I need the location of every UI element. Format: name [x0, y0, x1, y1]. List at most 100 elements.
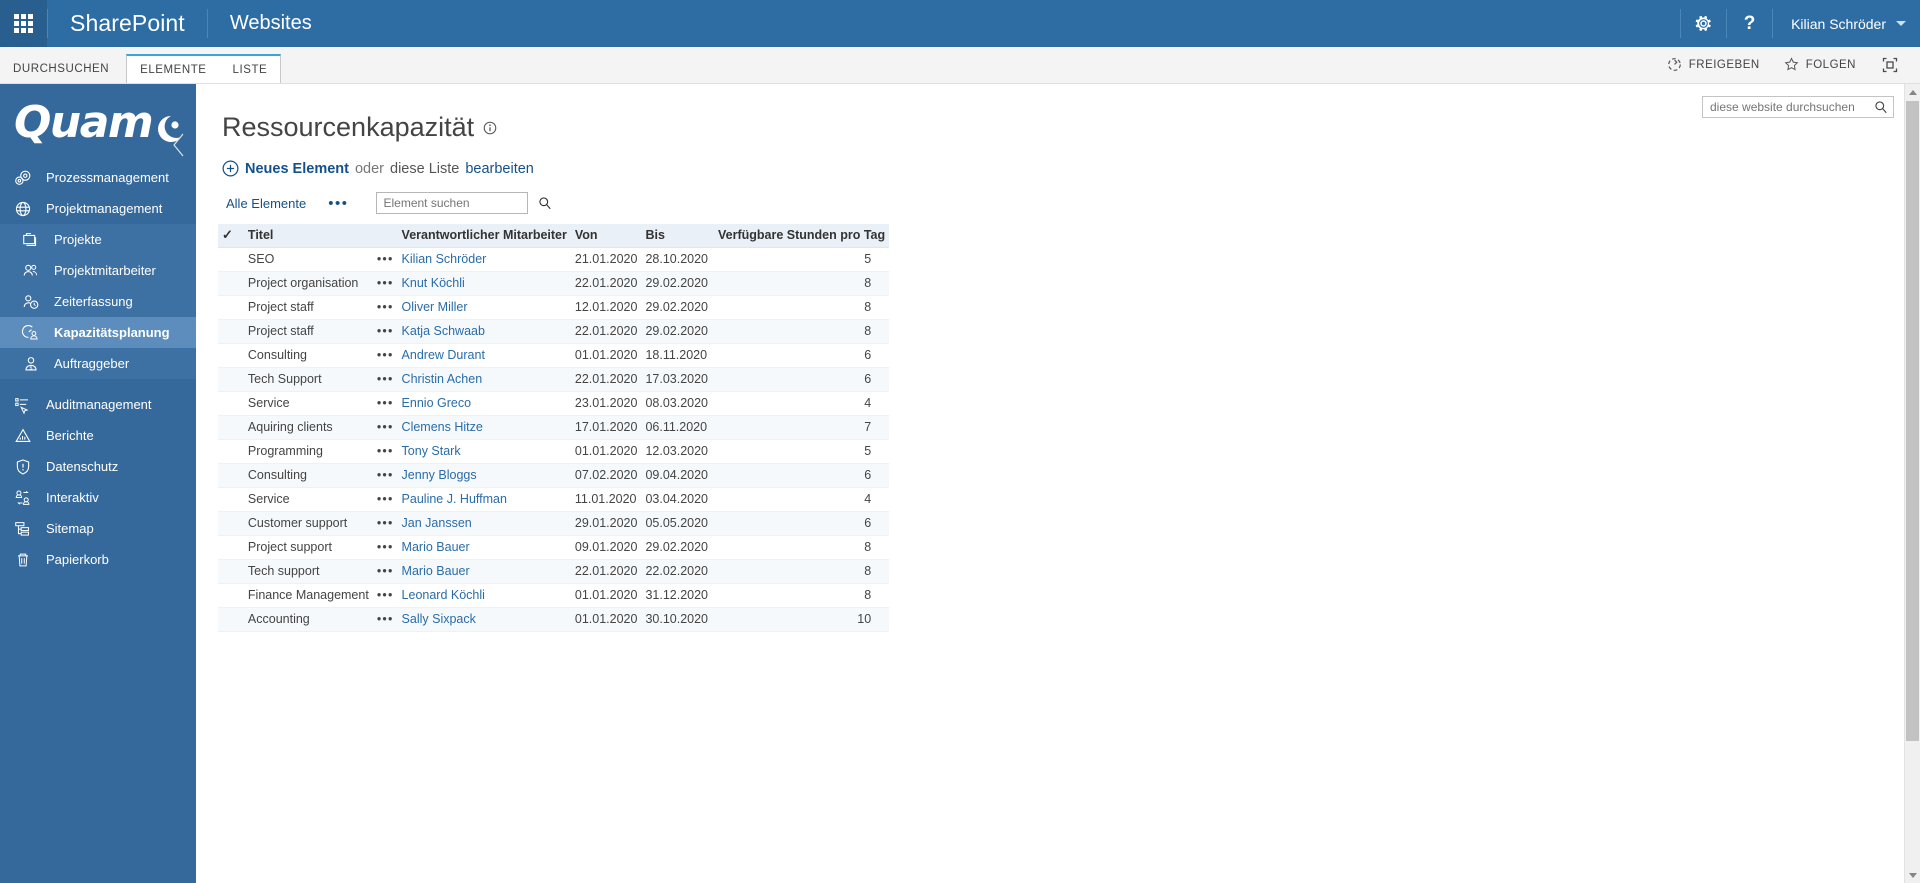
- person-link[interactable]: Andrew Durant: [402, 348, 485, 362]
- column-header-titel[interactable]: Titel: [236, 224, 373, 248]
- tab-durchsuchen[interactable]: DURCHSUCHEN: [0, 56, 122, 83]
- app-launcher-button[interactable]: [0, 0, 47, 47]
- table-row[interactable]: Tech Support ••• Christin Achen 22.01.2020 1…: [218, 367, 890, 392]
- sidebar-item-kapazitaetsplanung[interactable]: Kapazitätsplanung: [0, 317, 196, 348]
- person-link[interactable]: Katja Schwaab: [402, 324, 485, 338]
- table-row[interactable]: Finance Management ••• Leonard Köchli 01.01…: [218, 583, 890, 608]
- row-menu-button[interactable]: •••: [372, 583, 398, 608]
- person-link[interactable]: Christin Achen: [402, 372, 483, 386]
- site-search-box[interactable]: [1702, 96, 1894, 118]
- row-select-checkbox[interactable]: [218, 319, 237, 344]
- row-select-checkbox[interactable]: [218, 367, 237, 392]
- table-row[interactable]: Consulting ••• Andrew Durant 01.01.2020 18.1…: [218, 343, 890, 368]
- table-row[interactable]: Customer support ••• Jan Janssen 29.01.2020…: [218, 511, 890, 536]
- share-button[interactable]: FREIGEBEN: [1655, 57, 1772, 72]
- sidebar-item-interaktiv[interactable]: Interaktiv: [0, 482, 196, 513]
- table-row[interactable]: Project organisation ••• Knut Köchli 22.01.…: [218, 271, 890, 296]
- row-select-checkbox[interactable]: [218, 487, 237, 512]
- search-icon[interactable]: [538, 196, 552, 210]
- table-row[interactable]: Service ••• Pauline J. Huffman 11.01.2020 03…: [218, 487, 890, 512]
- row-menu-button[interactable]: •••: [372, 439, 398, 464]
- person-link[interactable]: Mario Bauer: [402, 540, 470, 554]
- select-all-column-header[interactable]: ✓: [218, 224, 237, 248]
- sidebar-item-auditmanagement[interactable]: Auditmanagement: [0, 389, 196, 420]
- person-link[interactable]: Knut Köchli: [402, 276, 465, 290]
- sidebar-item-berichte[interactable]: Berichte: [0, 420, 196, 451]
- table-row[interactable]: Accounting ••• Sally Sixpack 01.01.2020 30.1…: [218, 607, 890, 632]
- sidebar-item-projekte[interactable]: Projekte: [0, 224, 196, 255]
- view-selector-alle-elemente[interactable]: Alle Elemente: [218, 196, 314, 211]
- search-input[interactable]: [1703, 100, 1869, 114]
- search-icon[interactable]: [1869, 100, 1893, 114]
- focus-on-content-button[interactable]: [1868, 57, 1908, 73]
- help-button[interactable]: ?: [1727, 0, 1772, 47]
- row-menu-button[interactable]: •••: [372, 247, 398, 272]
- row-menu-button[interactable]: •••: [372, 559, 398, 584]
- person-link[interactable]: Oliver Miller: [402, 300, 468, 314]
- person-link[interactable]: Sally Sixpack: [402, 612, 476, 626]
- row-select-checkbox[interactable]: [218, 463, 237, 488]
- table-row[interactable]: Service ••• Ennio Greco 23.01.2020 08.03.202…: [218, 391, 890, 416]
- sidebar-item-projektmanagement[interactable]: Projektmanagement: [0, 193, 196, 224]
- sidebar-item-papierkorb[interactable]: Papierkorb: [0, 544, 196, 575]
- info-icon[interactable]: [483, 121, 497, 135]
- person-link[interactable]: Ennio Greco: [402, 396, 471, 410]
- edit-list-link[interactable]: bearbeiten: [465, 161, 534, 177]
- row-select-checkbox[interactable]: [218, 535, 237, 560]
- row-select-checkbox[interactable]: [218, 607, 237, 632]
- person-link[interactable]: Jan Janssen: [402, 516, 472, 530]
- row-menu-button[interactable]: •••: [372, 415, 398, 440]
- column-header-bis[interactable]: Bis: [641, 224, 712, 248]
- settings-button[interactable]: [1681, 0, 1726, 47]
- column-header-verantwortlicher-mitarbeiter[interactable]: Verantwortlicher Mitarbeiter: [397, 224, 571, 248]
- person-link[interactable]: Tony Stark: [402, 444, 461, 458]
- quam-logo[interactable]: Quam: [0, 84, 196, 162]
- row-menu-button[interactable]: •••: [372, 535, 398, 560]
- table-row[interactable]: Project support ••• Mario Bauer 09.01.2020 2…: [218, 535, 890, 560]
- sidebar-item-datenschutz[interactable]: Datenschutz: [0, 451, 196, 482]
- person-link[interactable]: Clemens Hitze: [402, 420, 483, 434]
- person-link[interactable]: Jenny Bloggs: [402, 468, 477, 482]
- person-link[interactable]: Mario Bauer: [402, 564, 470, 578]
- row-select-checkbox[interactable]: [218, 511, 237, 536]
- collapse-navigation-button[interactable]: [168, 130, 190, 160]
- sidebar-item-sitemap[interactable]: Sitemap: [0, 513, 196, 544]
- sidebar-item-projektmitarbeiter[interactable]: Projektmitarbeiter: [0, 255, 196, 286]
- view-more-options-button[interactable]: •••: [314, 195, 362, 212]
- row-select-checkbox[interactable]: [218, 247, 237, 272]
- row-menu-button[interactable]: •••: [372, 487, 398, 512]
- row-menu-button[interactable]: •••: [372, 391, 398, 416]
- tab-liste[interactable]: LISTE: [220, 58, 281, 83]
- user-menu[interactable]: Kilian Schröder: [1773, 0, 1920, 47]
- site-name-link[interactable]: Websites: [208, 0, 334, 47]
- plus-circle-icon[interactable]: [222, 160, 239, 177]
- table-row[interactable]: Aquiring clients ••• Clemens Hitze 17.01.20…: [218, 415, 890, 440]
- person-link[interactable]: Leonard Köchli: [402, 588, 485, 602]
- scroll-up-button[interactable]: [1905, 84, 1920, 100]
- row-menu-button[interactable]: •••: [372, 463, 398, 488]
- row-menu-button[interactable]: •••: [372, 607, 398, 632]
- row-select-checkbox[interactable]: [218, 559, 237, 584]
- sidebar-item-auftraggeber[interactable]: $ Auftraggeber: [0, 348, 196, 379]
- table-row[interactable]: Consulting ••• Jenny Bloggs 07.02.2020 09.04…: [218, 463, 890, 488]
- table-row[interactable]: Programming ••• Tony Stark 01.01.2020 12.03.…: [218, 439, 890, 464]
- row-select-checkbox[interactable]: [218, 583, 237, 608]
- row-menu-button[interactable]: •••: [372, 271, 398, 296]
- scroll-down-button[interactable]: [1905, 867, 1920, 883]
- follow-button[interactable]: FOLGEN: [1772, 57, 1868, 72]
- scrollbar-thumb[interactable]: [1906, 101, 1919, 741]
- person-link[interactable]: Pauline J. Huffman: [402, 492, 507, 506]
- table-row[interactable]: Project staff ••• Katja Schwaab 22.01.2020 2…: [218, 319, 890, 344]
- item-search-box[interactable]: [376, 192, 552, 214]
- vertical-scrollbar[interactable]: [1904, 84, 1920, 883]
- table-row[interactable]: Tech support ••• Mario Bauer 22.01.2020 22.0…: [218, 559, 890, 584]
- column-header-verfuegbare-stunden-pro-tag[interactable]: Verfügbare Stunden pro Tag: [712, 224, 890, 248]
- row-menu-button[interactable]: •••: [372, 343, 398, 368]
- table-row[interactable]: SEO ••• Kilian Schröder 21.01.2020 28.10.202…: [218, 247, 890, 272]
- row-menu-button[interactable]: •••: [372, 511, 398, 536]
- row-select-checkbox[interactable]: [218, 391, 237, 416]
- row-select-checkbox[interactable]: [218, 415, 237, 440]
- column-header-von[interactable]: Von: [570, 224, 642, 248]
- item-search-input[interactable]: [377, 196, 539, 210]
- row-select-checkbox[interactable]: [218, 295, 237, 320]
